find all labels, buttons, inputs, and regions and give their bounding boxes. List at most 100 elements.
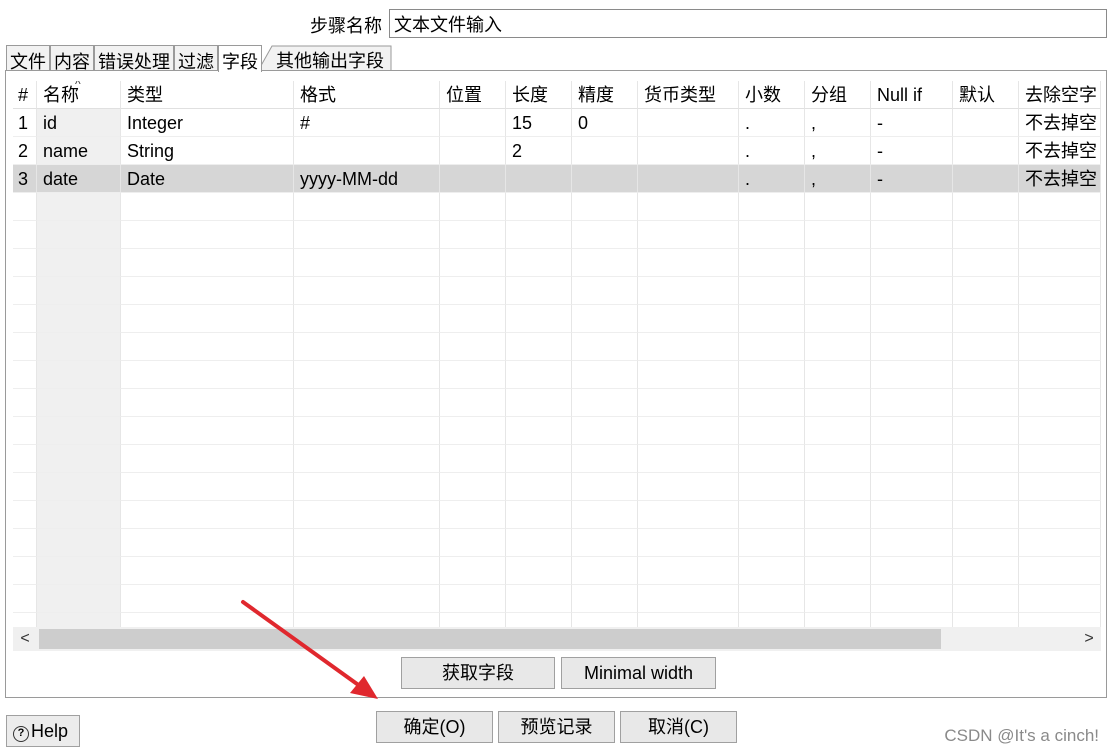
empty-cell[interactable] (638, 277, 739, 305)
empty-cell[interactable] (13, 417, 37, 445)
empty-cell[interactable] (37, 557, 121, 585)
empty-cell[interactable] (805, 305, 871, 333)
empty-cell[interactable] (572, 529, 638, 557)
empty-cell[interactable] (37, 473, 121, 501)
empty-cell[interactable] (506, 389, 572, 417)
empty-cell[interactable] (294, 445, 440, 473)
empty-cell[interactable] (440, 585, 506, 613)
empty-cell[interactable] (1019, 445, 1101, 473)
cell-col-null-if[interactable]: - (871, 137, 953, 165)
cell-col-position[interactable] (440, 137, 506, 165)
cell-col-decimal[interactable]: . (739, 109, 805, 137)
empty-cell[interactable] (805, 249, 871, 277)
empty-cell[interactable] (739, 249, 805, 277)
cell-col-trim[interactable]: 不去掉空 (1019, 109, 1101, 137)
empty-cell[interactable] (871, 417, 953, 445)
empty-cell[interactable] (805, 361, 871, 389)
cell-col-precision[interactable] (572, 137, 638, 165)
header-col-length[interactable]: 长度 (506, 81, 572, 109)
empty-cell[interactable] (121, 501, 294, 529)
empty-cell[interactable] (37, 585, 121, 613)
empty-cell[interactable] (805, 333, 871, 361)
horizontal-scrollbar[interactable]: < > (13, 627, 1101, 651)
empty-cell[interactable] (871, 221, 953, 249)
empty-cell[interactable] (506, 305, 572, 333)
empty-cell[interactable] (953, 193, 1019, 221)
empty-table-row[interactable] (13, 585, 1101, 613)
empty-cell[interactable] (1019, 361, 1101, 389)
empty-cell[interactable] (506, 417, 572, 445)
empty-cell[interactable] (638, 361, 739, 389)
empty-table-row[interactable] (13, 249, 1101, 277)
empty-cell[interactable] (953, 361, 1019, 389)
empty-cell[interactable] (440, 389, 506, 417)
empty-cell[interactable] (572, 249, 638, 277)
get-fields-button[interactable]: 获取字段 (401, 657, 555, 689)
empty-cell[interactable] (121, 445, 294, 473)
empty-cell[interactable] (506, 249, 572, 277)
empty-cell[interactable] (13, 193, 37, 221)
empty-cell[interactable] (294, 221, 440, 249)
empty-cell[interactable] (953, 417, 1019, 445)
empty-cell[interactable] (871, 501, 953, 529)
empty-cell[interactable] (294, 333, 440, 361)
empty-cell[interactable] (1019, 305, 1101, 333)
cell-col-name[interactable]: id (37, 109, 121, 137)
empty-cell[interactable] (953, 501, 1019, 529)
header-col-currency[interactable]: 货币类型 (638, 81, 739, 109)
cancel-button[interactable]: 取消(C) (620, 711, 737, 743)
empty-cell[interactable] (805, 445, 871, 473)
empty-cell[interactable] (37, 193, 121, 221)
empty-cell[interactable] (121, 333, 294, 361)
empty-cell[interactable] (572, 445, 638, 473)
tab-file[interactable]: 文件 (6, 45, 50, 72)
empty-table-row[interactable] (13, 445, 1101, 473)
empty-cell[interactable] (739, 389, 805, 417)
empty-cell[interactable] (572, 305, 638, 333)
empty-cell[interactable] (13, 249, 37, 277)
empty-cell[interactable] (572, 389, 638, 417)
empty-cell[interactable] (871, 445, 953, 473)
empty-cell[interactable] (805, 501, 871, 529)
header-col-type[interactable]: 类型 (121, 81, 294, 109)
header-col-decimal[interactable]: 小数 (739, 81, 805, 109)
empty-cell[interactable] (1019, 557, 1101, 585)
empty-cell[interactable] (440, 249, 506, 277)
empty-cell[interactable] (739, 221, 805, 249)
scrollbar-thumb[interactable] (39, 629, 941, 649)
empty-cell[interactable] (121, 557, 294, 585)
empty-cell[interactable] (506, 333, 572, 361)
empty-cell[interactable] (871, 333, 953, 361)
empty-cell[interactable] (739, 473, 805, 501)
empty-cell[interactable] (739, 305, 805, 333)
empty-cell[interactable] (506, 193, 572, 221)
empty-cell[interactable] (572, 417, 638, 445)
empty-cell[interactable] (1019, 417, 1101, 445)
empty-cell[interactable] (638, 305, 739, 333)
tab-content[interactable]: 内容 (50, 45, 94, 72)
empty-cell[interactable] (37, 249, 121, 277)
empty-cell[interactable] (953, 529, 1019, 557)
cell-col-format[interactable] (294, 137, 440, 165)
cell-col-decimal[interactable]: . (739, 165, 805, 193)
empty-cell[interactable] (572, 473, 638, 501)
empty-cell[interactable] (805, 529, 871, 557)
chevron-left-icon[interactable]: < (13, 627, 37, 651)
empty-table-row[interactable] (13, 193, 1101, 221)
empty-cell[interactable] (440, 501, 506, 529)
empty-cell[interactable] (440, 221, 506, 249)
empty-cell[interactable] (572, 585, 638, 613)
empty-cell[interactable] (121, 389, 294, 417)
minimal-width-button[interactable]: Minimal width (561, 657, 716, 689)
cell-col-null-if[interactable]: - (871, 109, 953, 137)
empty-cell[interactable] (638, 585, 739, 613)
empty-cell[interactable] (294, 585, 440, 613)
empty-cell[interactable] (638, 221, 739, 249)
empty-cell[interactable] (871, 585, 953, 613)
empty-cell[interactable] (294, 361, 440, 389)
empty-cell[interactable] (871, 305, 953, 333)
empty-cell[interactable] (294, 389, 440, 417)
empty-cell[interactable] (13, 445, 37, 473)
empty-table-row[interactable] (13, 389, 1101, 417)
empty-cell[interactable] (953, 445, 1019, 473)
